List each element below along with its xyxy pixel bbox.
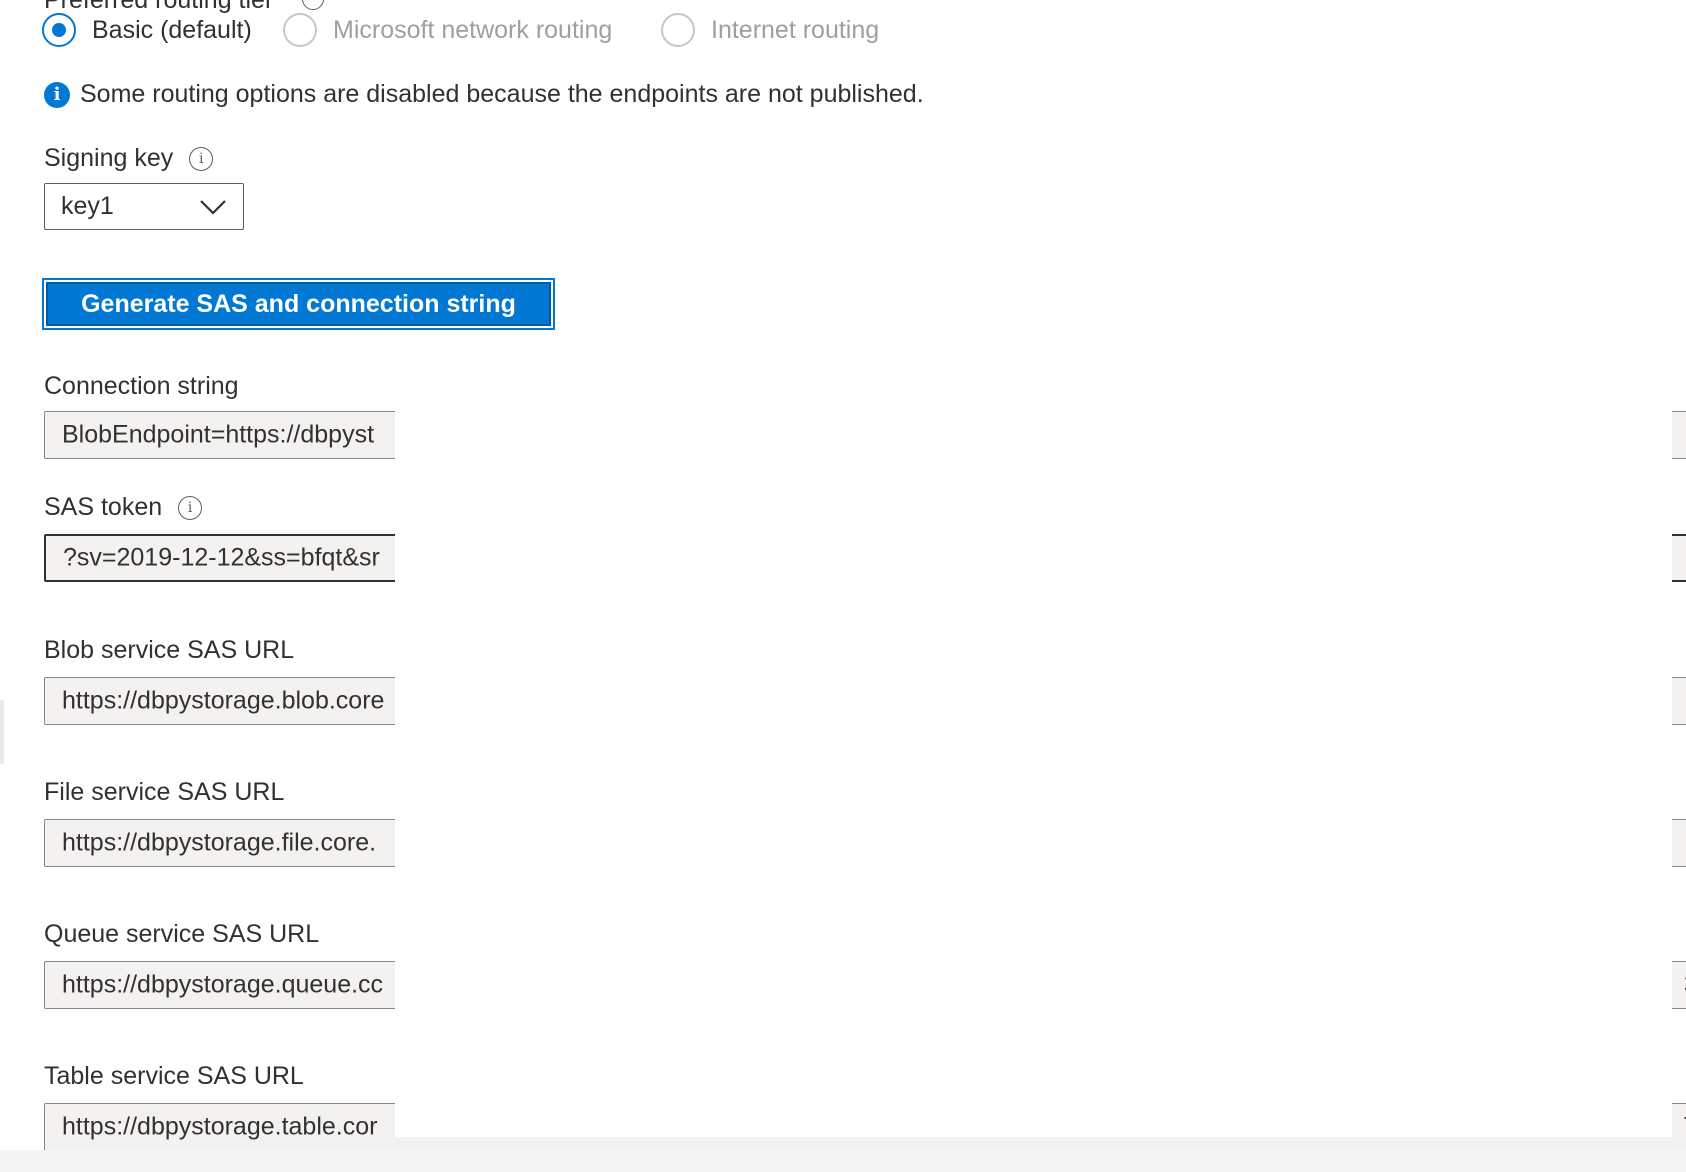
queue-url-label: Queue service SAS URL (44, 920, 319, 949)
blob-url-label: Blob service SAS URL (44, 636, 294, 665)
signing-key-label: Signing key i (44, 144, 214, 173)
file-url-label-text: File service SAS URL (44, 778, 285, 806)
blob-url-label-text: Blob service SAS URL (44, 636, 295, 664)
signing-key-label-text: Signing key (44, 144, 174, 172)
radio-unchecked-icon (661, 13, 695, 47)
generate-sas-button[interactable]: Generate SAS and connection string (42, 278, 555, 330)
table-url-label: Table service SAS URL (44, 1062, 304, 1091)
table-url-label-text: Table service SAS URL (44, 1062, 304, 1090)
routing-info-message: i Some routing options are disabled beca… (44, 80, 924, 109)
file-url-label: File service SAS URL (44, 778, 284, 807)
connection-string-label-text: Connection string (44, 372, 239, 400)
radio-label: Internet routing (711, 15, 880, 44)
scroll-edge (0, 700, 4, 764)
radio-label: Basic (default) (92, 15, 252, 44)
chevron-down-icon (200, 199, 226, 215)
routing-tier-info-icon[interactable] (302, 0, 324, 10)
blob-url-value: https://dbpystorage.blob.core (62, 686, 385, 715)
queue-url-value: https://dbpystorage.queue.cc (62, 970, 384, 999)
queue-url-label-text: Queue service SAS URL (44, 920, 320, 948)
connection-string-value: BlobEndpoint=https://dbpyst (62, 420, 375, 449)
routing-info-text: Some routing options are disabled becaus… (80, 80, 924, 108)
bottom-scroll-band (0, 1150, 1686, 1172)
radio-checked-icon (42, 13, 76, 47)
radio-label: Microsoft network routing (333, 15, 613, 44)
signing-key-selected: key1 (61, 192, 114, 220)
radio-internet-routing[interactable]: Internet routing (661, 13, 879, 47)
radio-basic-default[interactable]: Basic (default) (42, 13, 252, 47)
radio-microsoft-network-routing[interactable]: Microsoft network routing (283, 13, 612, 47)
sas-token-info-icon[interactable]: i (178, 495, 203, 520)
sas-token-label: SAS token i (44, 493, 203, 522)
signing-key-info-icon[interactable]: i (189, 146, 214, 171)
sas-token-value: ?sv=2019-12-12&ss=bfqt&sr (63, 543, 380, 572)
sas-token-label-text: SAS token (44, 493, 163, 521)
redaction-overlay (395, 405, 1672, 1137)
signing-key-dropdown[interactable]: key1 (44, 183, 244, 230)
table-url-value: https://dbpystorage.table.cor (62, 1112, 378, 1141)
file-url-value: https://dbpystorage.file.core. (62, 828, 377, 857)
info-icon: i (44, 81, 70, 108)
connection-string-label: Connection string (44, 372, 239, 401)
radio-unchecked-icon (283, 13, 317, 47)
